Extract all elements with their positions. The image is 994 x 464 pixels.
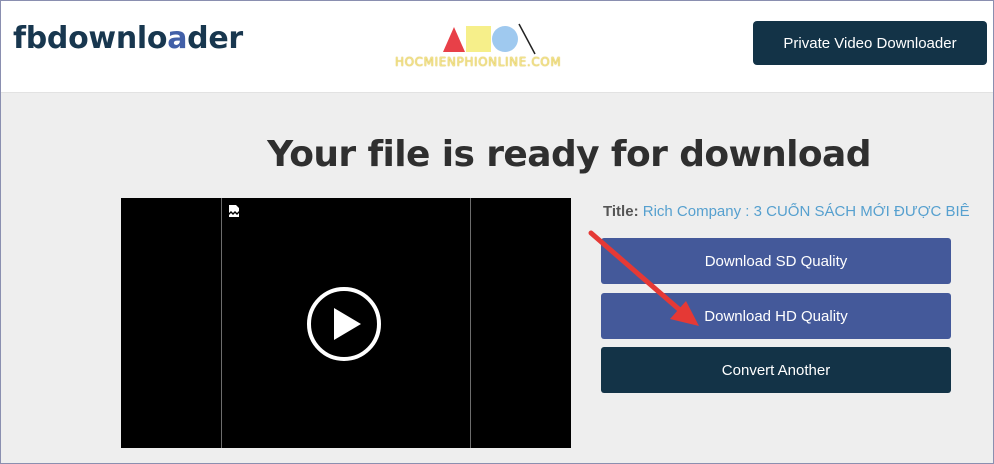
watermark: HOCMIENPHIONLINE.COM (395, 21, 585, 73)
watermark-text: HOCMIENPHIONLINE.COM (395, 55, 562, 69)
red-arrow-annotation (588, 230, 699, 326)
title-label: Title: (603, 203, 639, 220)
site-logo[interactable]: fbdownloader (13, 21, 243, 56)
site-header: fbdownloader HOCMIENPHIONLINE.COM Privat… (1, 1, 993, 93)
page-title: Your file is ready for download (267, 134, 871, 175)
broken-image-icon (229, 205, 239, 217)
watermark-shapes-icon (443, 23, 536, 55)
video-player[interactable] (121, 198, 571, 448)
video-title-row: Title: Rich Company : 3 CUỐN SÁCH MỚI ĐƯ… (603, 203, 993, 220)
play-circle-icon[interactable] (306, 286, 382, 362)
convert-another-button[interactable]: Convert Another (601, 347, 951, 393)
logo-text-main: fbdownlo (13, 21, 168, 56)
title-value[interactable]: Rich Company : 3 CUỐN SÁCH MỚI ĐƯỢC BIÊ (643, 203, 970, 220)
logo-text-end: der (187, 21, 243, 56)
private-video-downloader-button[interactable]: Private Video Downloader (753, 21, 987, 65)
logo-text-accent: a (167, 21, 188, 56)
